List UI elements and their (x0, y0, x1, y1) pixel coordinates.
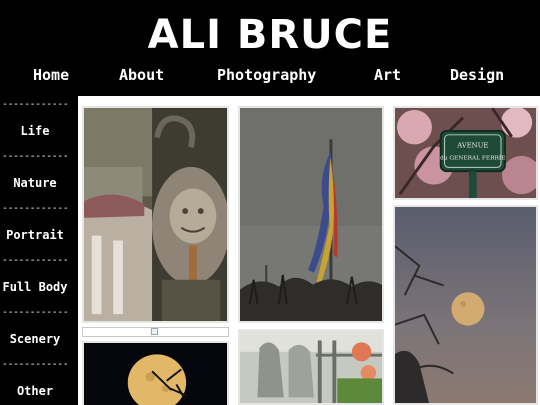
category-sidebar: ------------ Life ------------ Nature --… (0, 96, 78, 405)
sidebar-item-portrait[interactable]: Portrait (0, 228, 70, 242)
sidebar-separator: ------------ (2, 203, 69, 214)
sidebar-item-other[interactable]: Other (0, 384, 70, 398)
nav-about[interactable]: About (119, 66, 164, 84)
photo-fountain-sculpture[interactable] (82, 106, 229, 323)
broken-image-placeholder[interactable] (82, 327, 229, 337)
site-title[interactable]: ALI BRUCE (0, 12, 540, 58)
sidebar-item-scenery[interactable]: Scenery (0, 332, 70, 346)
site-header: ALI BRUCE Home About Photography Art Des… (0, 0, 540, 96)
sidebar-separator: ------------ (2, 255, 69, 266)
sidebar-separator: ------------ (2, 307, 69, 318)
sign-text-avenue: AVENUE (456, 141, 488, 149)
broken-image-icon (151, 328, 158, 335)
photo-flag-overcast[interactable] (238, 106, 384, 323)
photo-full-moon-branches[interactable] (82, 341, 229, 405)
sign-text-general-ferrie: du GENERAL FERRIE (440, 156, 505, 162)
top-navigation: Home About Photography Art Design (0, 66, 540, 86)
sidebar-item-life[interactable]: Life (0, 124, 70, 138)
sidebar-separator: ------------ (2, 359, 69, 370)
sidebar-separator: ------------ (2, 151, 69, 162)
sidebar-item-full-body[interactable]: Full Body (0, 280, 70, 294)
nav-photography[interactable]: Photography (217, 66, 316, 84)
nav-art[interactable]: Art (374, 66, 401, 84)
nav-home[interactable]: Home (33, 66, 69, 84)
nav-design[interactable]: Design (450, 66, 504, 84)
sidebar-separator: ------------ (2, 99, 69, 110)
photo-avenue-street-sign[interactable]: AVENUE du GENERAL FERRIE (393, 106, 538, 200)
photo-gallery: AVENUE du GENERAL FERRIE (78, 96, 540, 405)
photo-metal-cutout-sculpture[interactable] (238, 329, 384, 405)
photo-moon-dusk-trees[interactable] (393, 205, 538, 405)
sidebar-item-nature[interactable]: Nature (0, 176, 70, 190)
